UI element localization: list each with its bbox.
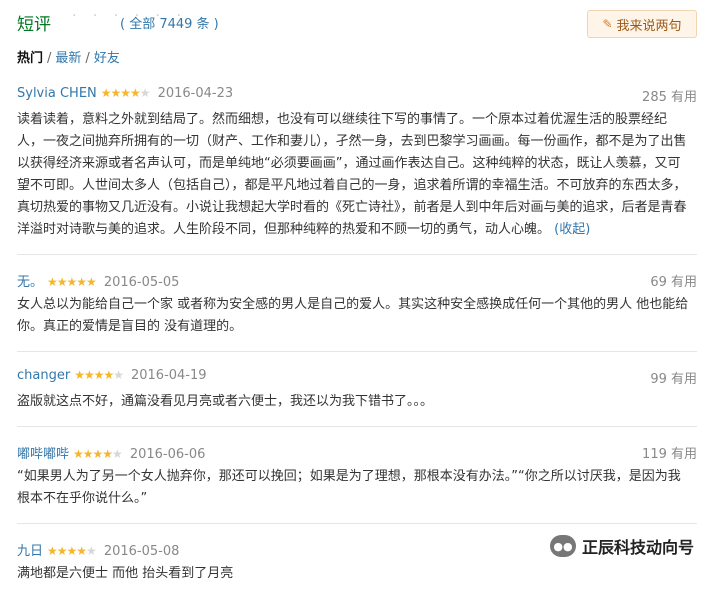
filter-separator: / [47, 51, 52, 66]
comment-text: 女人总以为能给自己一个家 或者称为安全感的男人是自己的爱人。其实这种安全感换成任… [17, 297, 689, 334]
comment-author[interactable]: Sylvia CHEN [17, 86, 97, 101]
watermark-text: 正辰科技动向号 [581, 538, 694, 557]
comment-date: 2016-04-23 [157, 86, 234, 101]
comment-author[interactable]: 嘟哔嘟哔 [17, 447, 69, 462]
filter-friends[interactable]: 好友 [94, 51, 120, 66]
filter-separator: / [85, 51, 90, 66]
useful-votes[interactable]: 69 有用 [650, 271, 697, 290]
comment-author[interactable]: 九日 [17, 544, 43, 559]
comment-text: 盗版就这点不好，通篇没看见月亮或者六便士，我还以为我下错书了。。。 [17, 394, 434, 409]
collapse-link[interactable]: (收起) [554, 222, 590, 237]
rating-stars-icon: ★★★★★ [74, 368, 124, 382]
comment-item: 无。 ★★★★★ 2016-05-05 69 有用 女人总以为能给自己一个家 或者称… [17, 271, 697, 352]
write-comment-button[interactable]: ✎ 我来说两句 [587, 10, 697, 38]
comment-item: Sylvia CHEN ★★★★★ 2016-04-23 285 有用 读着读着，意… [17, 86, 697, 255]
watermark: ●● 正辰科技动向号 [543, 532, 700, 560]
section-title: 短评 [17, 15, 51, 35]
comment-date: 2016-05-08 [103, 544, 180, 559]
comment-author[interactable]: changer [17, 368, 70, 383]
comment-item: 嘟哔嘟哔 ★★★★★ 2016-06-06 119 有用 “如果男人为了另一个女人抛… [17, 443, 697, 524]
useful-votes[interactable]: 119 有用 [642, 443, 697, 462]
filter-hot[interactable]: 热门 [17, 51, 43, 66]
comment-meta: 无。 ★★★★★ 2016-05-05 69 有用 [17, 271, 697, 293]
comment-text: 满地都是六便士 而他 抬头看到了月亮 [17, 566, 234, 581]
comment-date: 2016-04-19 [130, 368, 207, 383]
comment-meta: 嘟哔嘟哔 ★★★★★ 2016-06-06 119 有用 [17, 443, 697, 465]
filter-latest[interactable]: 最新 [55, 51, 81, 66]
comment-meta: changer ★★★★★ 2016-04-19 99 有用 [17, 368, 697, 390]
pen-icon: ✎ [602, 17, 613, 31]
comments-header: 短评 · · · · · · ( 全部 7449 条 ) ✎ 我来说两句 [17, 8, 697, 40]
useful-votes[interactable]: 99 有用 [650, 368, 697, 387]
comment-text: 读着读着，意料之外就到结局了。然而细想，也没有可以继续往下写的事情了。一个原本过… [17, 112, 687, 237]
rating-stars-icon: ★★★★★ [73, 447, 123, 461]
write-comment-label: 我来说两句 [616, 18, 682, 34]
useful-votes[interactable]: 285 有用 [642, 86, 697, 105]
rating-stars-icon: ★★★★★ [100, 86, 151, 100]
comment-date: 2016-05-05 [103, 275, 180, 290]
rating-stars-icon: ★★★★★ [47, 275, 97, 289]
comment-meta: Sylvia CHEN ★★★★★ 2016-04-23 285 有用 [17, 86, 697, 108]
total-count-link[interactable]: ( 全部 7449 条 ) [120, 13, 219, 32]
comment-author[interactable]: 无。 [17, 275, 43, 290]
rating-stars-icon: ★★★★★ [47, 544, 97, 558]
comment-text: “如果男人为了另一个女人抛弃你，那还可以挽回；如果是为了理想，那根本没有办法。”… [17, 469, 681, 506]
comment-item: changer ★★★★★ 2016-04-19 99 有用 盗版就这点不好，通篇没… [17, 368, 697, 427]
sort-filter-bar: 热门 / 最新 / 好友 [17, 47, 120, 66]
comment-date: 2016-06-06 [129, 447, 206, 462]
wechat-icon: ●● [549, 535, 576, 557]
